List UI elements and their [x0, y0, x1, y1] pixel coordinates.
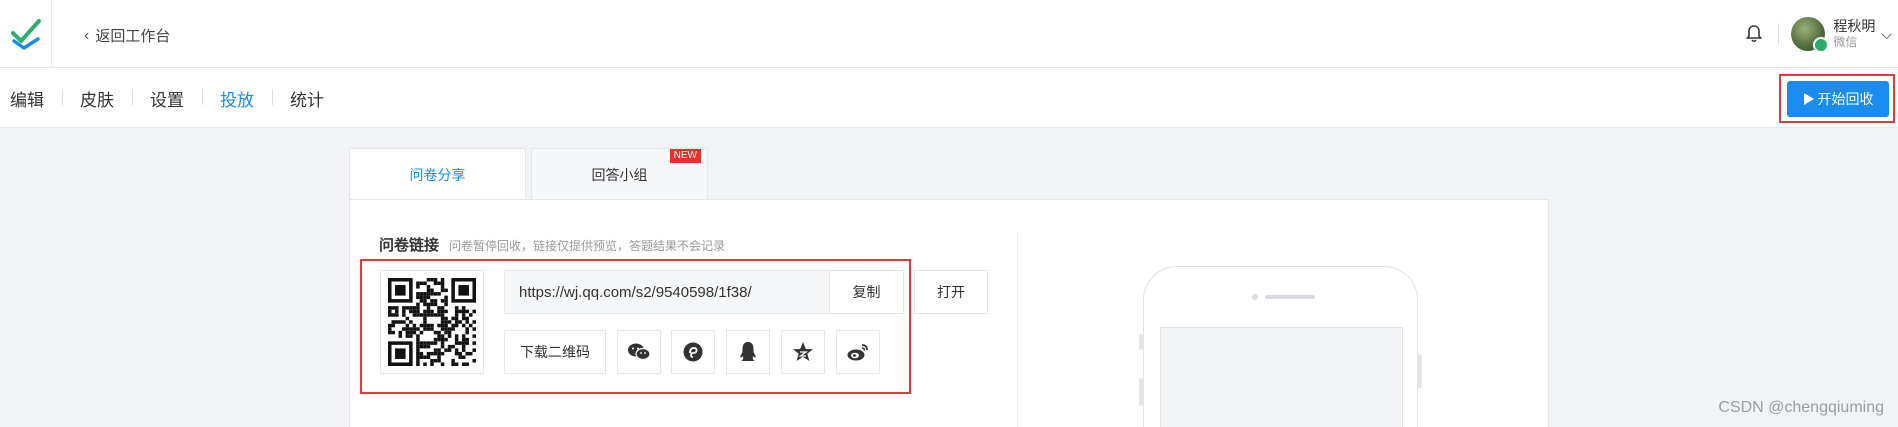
share-weibo-button[interactable] [836, 330, 880, 374]
panel-divider [1017, 232, 1018, 427]
qr-code-icon [388, 278, 476, 366]
chevron-left-icon: ‹ [84, 26, 90, 44]
phone-camera [1252, 294, 1258, 300]
phone-preview [1143, 266, 1418, 427]
share-qzone-button[interactable] [781, 330, 825, 374]
moments-icon [683, 342, 703, 362]
back-to-workspace-link[interactable]: ‹ 返回工作台 [84, 25, 170, 46]
phone-screen [1160, 327, 1403, 427]
url-text: https://wj.qq.com/s2/9540598/1f38/ [519, 283, 752, 301]
download-qr-button[interactable]: 下载二维码 [504, 330, 606, 374]
top-header: ‹ 返回工作台 程秋明 微信 ⌵ [0, 0, 1898, 68]
user-name: 程秋明 [1833, 18, 1876, 35]
weibo-icon [847, 344, 868, 361]
group-tab-label: 回答小组 [591, 166, 648, 183]
phone-side-button [1139, 378, 1143, 406]
new-badge: NEW [669, 149, 701, 163]
section-hint: 问卷暂停回收，链接仅提供预览，答题结果不会记录 [449, 239, 726, 253]
avatar[interactable] [1791, 17, 1830, 53]
app-logo-icon [10, 19, 41, 50]
tab-distribute[interactable]: 投放 [202, 86, 272, 111]
section-title: 问卷链接 [379, 237, 440, 254]
share-qq-button[interactable] [726, 330, 770, 374]
share-moments-button[interactable] [671, 330, 715, 374]
logo[interactable] [0, 0, 52, 68]
watermark: CSDN @chengqiuming [1718, 399, 1884, 416]
start-collecting-button[interactable]: 开始回收 [1787, 81, 1889, 117]
tab-answer-group[interactable]: 回答小组 NEW [531, 148, 708, 200]
wechat-icon [628, 343, 651, 361]
phone-speaker [1265, 295, 1315, 299]
tab-statistics[interactable]: 统计 [272, 86, 342, 111]
start-button-label: 开始回收 [1817, 91, 1874, 107]
url-field[interactable]: https://wj.qq.com/s2/9540598/1f38/ 复制 [504, 270, 904, 314]
tab-skin[interactable]: 皮肤 [62, 86, 132, 111]
play-icon [1803, 93, 1814, 105]
user-source: 微信 [1833, 35, 1858, 50]
qr-code[interactable] [380, 270, 484, 374]
user-info[interactable]: 程秋明 微信 [1833, 18, 1875, 49]
start-button-highlight: 开始回收 [1779, 74, 1895, 123]
tab-settings[interactable]: 设置 [132, 86, 202, 111]
phone-side-button [1418, 354, 1422, 388]
bell-icon[interactable] [1744, 24, 1764, 44]
qzone-icon [793, 342, 813, 361]
tab-edit[interactable]: 编辑 [10, 86, 62, 111]
phone-side-button [1139, 334, 1143, 350]
qq-icon [740, 342, 756, 361]
wechat-badge-icon [1813, 37, 1830, 53]
chevron-down-icon[interactable]: ⌵ [1881, 26, 1892, 43]
editor-nav: 编辑 皮肤 设置 投放 统计 [0, 68, 1898, 128]
header-divider [1778, 23, 1780, 45]
copy-button[interactable]: 复制 [829, 271, 903, 313]
tab-questionnaire-share[interactable]: 问卷分享 [349, 148, 526, 201]
open-button[interactable]: 打开 [914, 270, 988, 314]
share-wechat-button[interactable] [617, 330, 661, 374]
back-label: 返回工作台 [95, 28, 171, 45]
share-tab-label: 问卷分享 [409, 167, 466, 183]
